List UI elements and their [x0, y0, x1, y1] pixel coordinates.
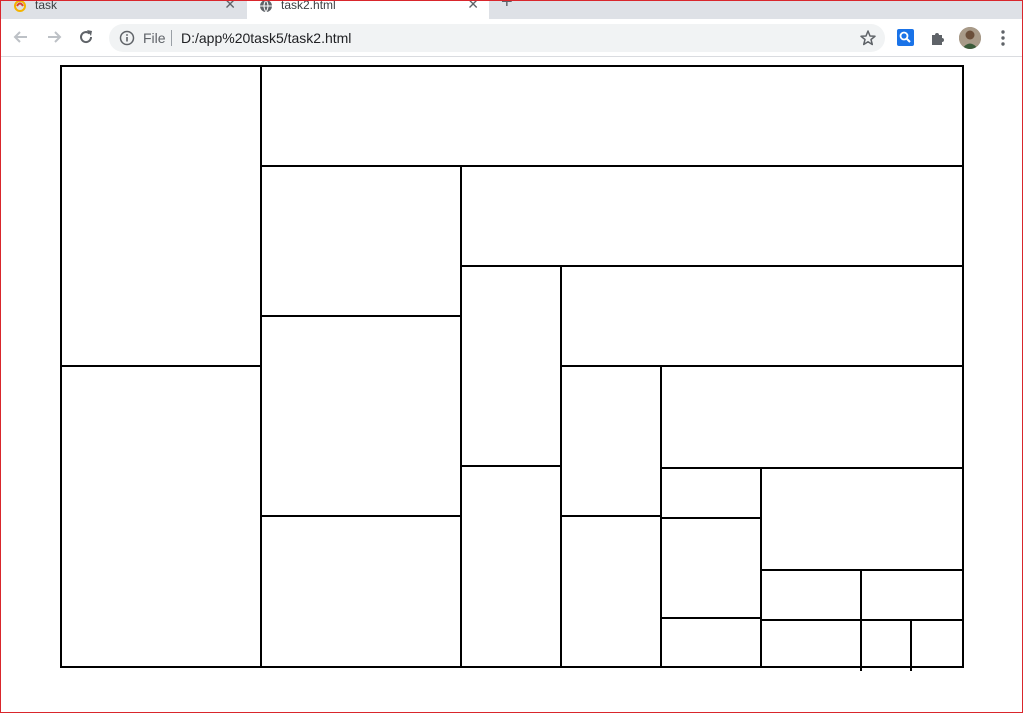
grid-cell: [860, 569, 964, 621]
more-vert-icon[interactable]: [995, 29, 1011, 47]
address-bar[interactable]: File D:/app%20task5/task2.html: [109, 24, 885, 52]
grid-cell: [60, 365, 262, 668]
tab-title: task: [35, 0, 58, 12]
grid-cell: [260, 515, 462, 668]
close-icon[interactable]: ✕: [467, 0, 479, 13]
profile-avatar[interactable]: [959, 27, 981, 49]
extensions-puzzle-icon[interactable]: [929, 29, 947, 47]
grid-cell: [260, 315, 462, 517]
browser-toolbar: File D:/app%20task5/task2.html: [1, 19, 1022, 57]
tab-task2[interactable]: task2.html ✕: [247, 0, 489, 19]
grid-cell: [60, 65, 262, 367]
page-content: [1, 57, 1022, 712]
grid-cell: [560, 515, 662, 668]
grid-cell: [460, 265, 562, 467]
plus-icon[interactable]: +: [501, 0, 513, 14]
tab-title: task2.html: [281, 0, 336, 12]
grid-cell: [460, 465, 562, 668]
grid-cell: [910, 619, 964, 668]
rectangle-layout: [60, 65, 964, 671]
info-icon[interactable]: [119, 30, 135, 46]
search-extension-icon[interactable]: [897, 29, 914, 46]
grid-cell: [260, 165, 462, 317]
swirl-favicon-icon: [14, 0, 26, 12]
grid-cell: [760, 619, 862, 668]
globe-icon: [260, 0, 272, 13]
reload-icon[interactable]: [76, 27, 96, 47]
grid-cell: [660, 467, 762, 519]
grid-cell: [260, 65, 964, 167]
back-arrow-icon[interactable]: [11, 27, 31, 47]
grid-cell: [660, 365, 964, 469]
close-icon[interactable]: ✕: [224, 0, 236, 13]
security-label: File: [143, 30, 166, 46]
tab-task[interactable]: task ✕: [1, 0, 246, 19]
bookmark-star-icon[interactable]: [859, 29, 877, 47]
grid-cell: [760, 467, 964, 571]
grid-cell: [860, 619, 912, 668]
grid-cell: [660, 517, 762, 619]
grid-cell: [460, 165, 964, 267]
grid-cell: [760, 569, 862, 621]
grid-cell: [560, 365, 662, 517]
url-text[interactable]: D:/app%20task5/task2.html: [181, 30, 351, 46]
grid-cell: [660, 617, 762, 668]
forward-arrow-icon[interactable]: [44, 27, 64, 47]
omnibox-divider: [171, 30, 172, 46]
tab-strip: task ✕ task2.html ✕ +: [1, 0, 1022, 19]
grid-cell: [560, 265, 964, 367]
